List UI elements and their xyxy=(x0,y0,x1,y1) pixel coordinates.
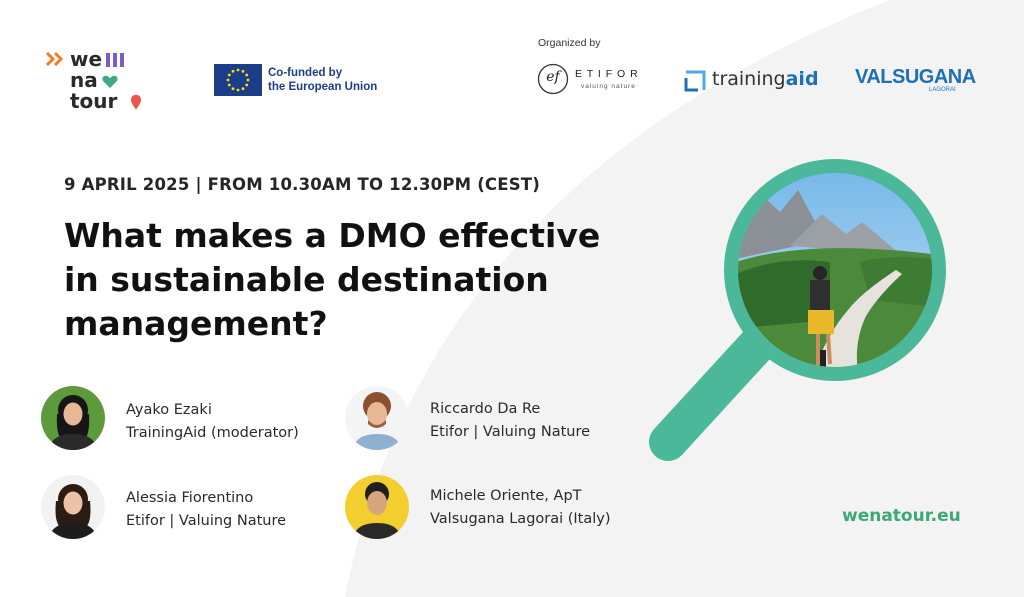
etifor-tagline: valuing nature xyxy=(581,83,636,90)
valsugana-logo: VALSUGANA LAGORAI xyxy=(855,66,976,98)
event-banner: we na tour Co-funded by the European Uni… xyxy=(0,0,1024,597)
speaker-name: Michele Oriente, ApT xyxy=(430,488,582,504)
bracket-icon xyxy=(684,70,706,92)
magnifier-handle xyxy=(649,327,775,461)
avatar-michele-oriente xyxy=(345,475,409,539)
avatar-alessia-fiorentino xyxy=(41,475,105,539)
speaker-name: Ayako Ezaki xyxy=(126,402,212,418)
eu-cofunded-text: Co-funded by the European Union xyxy=(268,66,377,94)
speaker-org: TrainingAid (moderator) xyxy=(126,425,299,441)
event-date: 9 APRIL 2025 | FROM 10.30AM TO 12.30PM (… xyxy=(64,175,540,194)
magnifier-illustration xyxy=(649,159,946,461)
event-title-line-1: What makes a DMO effective xyxy=(64,216,601,255)
speaker-org: Valsugana Lagorai (Italy) xyxy=(430,511,611,527)
website-link[interactable]: wenatour.eu xyxy=(842,506,961,526)
trainingaid-wordmark: trainingaid xyxy=(712,68,819,90)
etifor-name: E T I F O R xyxy=(575,68,639,80)
trainingaid-logo: trainingaid xyxy=(684,66,824,96)
valsugana-subtitle: LAGORAI xyxy=(929,87,956,93)
eu-cofunded-line-2: the European Union xyxy=(268,81,378,93)
speaker-org: Etifor | Valuing Nature xyxy=(126,513,287,529)
event-title: What makes a DMO effective in sustainabl… xyxy=(64,214,684,346)
eu-cofunded-line-1: Co-funded by xyxy=(268,67,343,79)
speaker-name: Riccardo Da Re xyxy=(430,401,541,417)
valsugana-wordmark: VALSUGANA xyxy=(855,66,976,88)
location-pin-icon xyxy=(131,94,141,110)
avatar-ayako-ezaki xyxy=(41,386,105,450)
eu-flag-icon xyxy=(214,64,262,96)
double-chevron-icon xyxy=(46,52,64,66)
wenatour-logo-line-3: tour xyxy=(70,89,118,113)
trainingaid-wordmark-plain: training xyxy=(712,68,786,90)
speaker-name: Alessia Fiorentino xyxy=(126,490,254,506)
etifor-mark: ef xyxy=(546,69,560,85)
avatar-riccardo-da-re xyxy=(345,386,409,450)
heart-icon xyxy=(102,75,118,88)
wenatour-logo-line-2: na xyxy=(70,68,98,92)
wenatour-logo: we na tour xyxy=(46,47,156,113)
etifor-logo: ef E T I F O R valuing nature xyxy=(537,63,657,95)
speaker-org: Etifor | Valuing Nature xyxy=(430,424,591,440)
organized-by-label: Organized by xyxy=(538,37,601,49)
wenatour-logo-line-1: we xyxy=(70,47,103,71)
event-title-line-3: management? xyxy=(64,304,328,343)
trainingaid-wordmark-bold: aid xyxy=(785,68,819,90)
event-title-line-2: in sustainable destination xyxy=(64,260,549,299)
bars-icon xyxy=(106,53,124,67)
